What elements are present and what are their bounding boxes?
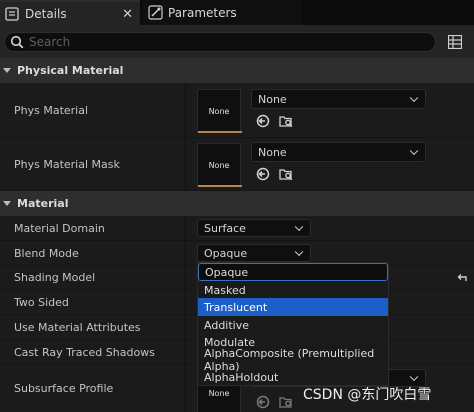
column-splitter[interactable] xyxy=(185,290,186,314)
search-row xyxy=(0,25,474,58)
close-icon[interactable]: ✕ xyxy=(122,7,133,22)
tab-parameters[interactable]: Parameters xyxy=(143,0,303,25)
chevron-down-icon xyxy=(294,247,304,257)
dropdown-current-value: Opaque xyxy=(205,265,249,279)
column-splitter[interactable] xyxy=(185,138,186,190)
category-physical-material[interactable]: Physical Material xyxy=(0,58,474,83)
combo-value: None xyxy=(258,145,287,159)
row-phys-material: Phys Material None None xyxy=(0,83,474,138)
thumbnail-label: None xyxy=(208,388,230,398)
chevron-down-icon xyxy=(294,222,304,232)
use-selected-asset-icon[interactable] xyxy=(256,114,270,128)
browse-asset-icon[interactable] xyxy=(279,114,293,128)
option-label: Masked xyxy=(204,283,246,297)
reset-to-default-icon[interactable] xyxy=(456,272,468,284)
use-selected-asset-icon[interactable] xyxy=(256,167,270,181)
combo-value: None xyxy=(258,92,287,106)
dropdown-option-translucent[interactable]: Translucent xyxy=(198,298,388,316)
watermark: CSDN @东门吹白雪 xyxy=(303,387,432,403)
column-splitter[interactable] xyxy=(185,365,186,412)
thumbnail-label: None xyxy=(208,160,230,170)
column-splitter[interactable] xyxy=(185,216,186,240)
property-label: Two Sided xyxy=(14,295,69,309)
property-matrix-icon[interactable] xyxy=(447,34,463,50)
thumbnail-accent-bar xyxy=(198,185,242,187)
property-label: Material Domain xyxy=(14,221,105,235)
combo-value: Opaque xyxy=(204,246,248,260)
column-splitter[interactable] xyxy=(185,340,186,364)
dropdown-option-masked[interactable]: Masked xyxy=(198,281,388,299)
column-splitter[interactable] xyxy=(185,241,186,265)
asset-thumbnail[interactable]: None xyxy=(197,89,242,133)
dropdown-option-additive[interactable]: Additive xyxy=(198,316,388,334)
collapse-arrow-icon xyxy=(3,68,11,73)
chevron-down-icon xyxy=(409,146,419,156)
tab-bar: Details ✕ Parameters xyxy=(0,0,474,25)
column-splitter[interactable] xyxy=(185,266,186,289)
tab-parameters-label: Parameters xyxy=(168,5,237,20)
column-splitter[interactable] xyxy=(185,83,186,137)
chevron-down-icon xyxy=(409,372,419,382)
search-input[interactable] xyxy=(29,35,409,49)
blend-mode-dropdown-menu: Opaque Masked Translucent Additive Modul… xyxy=(197,262,389,386)
dropdown-search-field[interactable]: Opaque xyxy=(198,263,388,281)
details-icon xyxy=(4,6,20,22)
search-box[interactable] xyxy=(4,32,436,52)
material-domain-combo[interactable]: Surface xyxy=(197,219,311,237)
parameters-icon xyxy=(147,5,163,21)
option-label: Translucent xyxy=(204,300,268,314)
category-label: Material xyxy=(17,197,69,210)
row-material-domain: Material Domain Surface xyxy=(0,216,474,241)
combo-value: Surface xyxy=(204,221,246,235)
property-label: Shading Model xyxy=(14,271,96,284)
property-label: Blend Mode xyxy=(14,246,79,260)
blend-mode-combo[interactable]: Opaque xyxy=(197,244,311,262)
asset-picker-combo[interactable]: None xyxy=(251,142,426,162)
category-label: Physical Material xyxy=(17,64,124,77)
browse-asset-icon[interactable] xyxy=(279,395,293,409)
property-label: Phys Material Mask xyxy=(14,157,120,171)
category-material[interactable]: Material xyxy=(0,191,474,216)
option-label: Additive xyxy=(204,318,249,332)
property-label: Cast Ray Traced Shadows xyxy=(14,345,155,359)
tab-details[interactable]: Details ✕ xyxy=(0,0,140,25)
thumbnail-label: None xyxy=(208,106,230,116)
asset-thumbnail[interactable]: None xyxy=(197,143,242,187)
collapse-arrow-icon xyxy=(3,201,11,206)
property-label: Subsurface Profile xyxy=(14,382,114,395)
property-label: Use Material Attributes xyxy=(14,320,141,334)
chevron-down-icon xyxy=(409,93,419,103)
option-label: AlphaHoldout xyxy=(204,370,279,384)
thumbnail-accent-bar xyxy=(198,131,242,133)
search-icon xyxy=(10,35,24,49)
column-splitter[interactable] xyxy=(185,315,186,339)
use-selected-asset-icon[interactable] xyxy=(256,395,270,409)
tab-details-label: Details xyxy=(25,6,67,21)
property-label: Phys Material xyxy=(14,103,89,117)
asset-picker-combo[interactable]: None xyxy=(251,89,426,109)
row-phys-material-mask: Phys Material Mask None None xyxy=(0,138,474,191)
browse-asset-icon[interactable] xyxy=(279,167,293,181)
dropdown-option-alphacomposite[interactable]: AlphaComposite (Premultiplied Alpha) xyxy=(198,347,388,373)
